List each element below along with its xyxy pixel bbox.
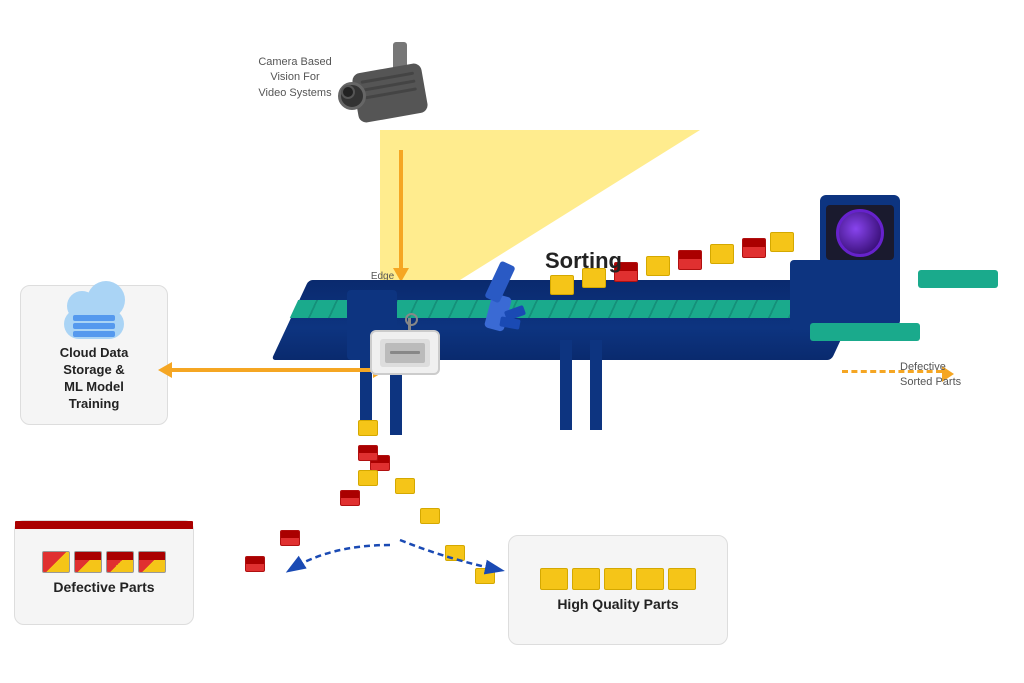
- defect-right-label: DefectiveSorted Parts: [900, 360, 1000, 391]
- server-bar-3: [73, 331, 115, 337]
- belt-part-4: [646, 256, 670, 276]
- belt-part-5: [678, 250, 702, 270]
- belt-part-1: [550, 275, 574, 295]
- scattered-part-yellow-1: [395, 478, 415, 494]
- cloud-bubble-2: [87, 281, 125, 319]
- quality-part-icon-2: [572, 568, 600, 590]
- drop-part-1: [358, 420, 378, 436]
- camera-label: Camera Based Vision For Video Systems: [240, 55, 350, 101]
- scan-right-arm: [918, 270, 998, 288]
- cloud-device-arrow: [170, 368, 375, 372]
- scattered-part-2: [340, 490, 360, 506]
- drop-part-2: [358, 445, 378, 461]
- quality-part-icon-3: [604, 568, 632, 590]
- iot-device-screen: [380, 339, 430, 367]
- scan-circle: [836, 209, 884, 257]
- cloud-label: Cloud DataStorage &ML ModelTraining: [60, 345, 129, 413]
- server-bar-2: [73, 323, 115, 329]
- server-bar-1: [73, 315, 115, 321]
- defective-part-icon-1: [42, 551, 70, 573]
- quality-label: High Quality Parts: [557, 596, 678, 612]
- defective-part-icon-2: [74, 551, 102, 573]
- belt-part-8: [770, 232, 794, 252]
- conveyor-leg-3: [560, 340, 572, 430]
- drop-part-3: [358, 470, 378, 486]
- quality-path-svg: [350, 530, 550, 590]
- main-scene: Camera Based Vision For Video Systems Ed…: [0, 0, 1024, 683]
- camera-to-device-arrow: [399, 150, 403, 270]
- belt-part-6: [710, 244, 734, 264]
- cloud-data-box: Cloud DataStorage &ML ModelTraining: [20, 285, 168, 425]
- scan-base: [810, 323, 920, 341]
- scan-screen: [826, 205, 894, 260]
- quality-part-icon-4: [636, 568, 664, 590]
- iot-device: [370, 330, 440, 375]
- server-stack: [73, 315, 115, 337]
- quality-parts-row: [540, 568, 696, 590]
- sorting-label: Sorting: [545, 248, 622, 274]
- cloud-icon-container: [59, 297, 129, 339]
- quality-part-icon-5: [668, 568, 696, 590]
- belt-part-7: [742, 238, 766, 258]
- conveyor-leg-4: [590, 340, 602, 430]
